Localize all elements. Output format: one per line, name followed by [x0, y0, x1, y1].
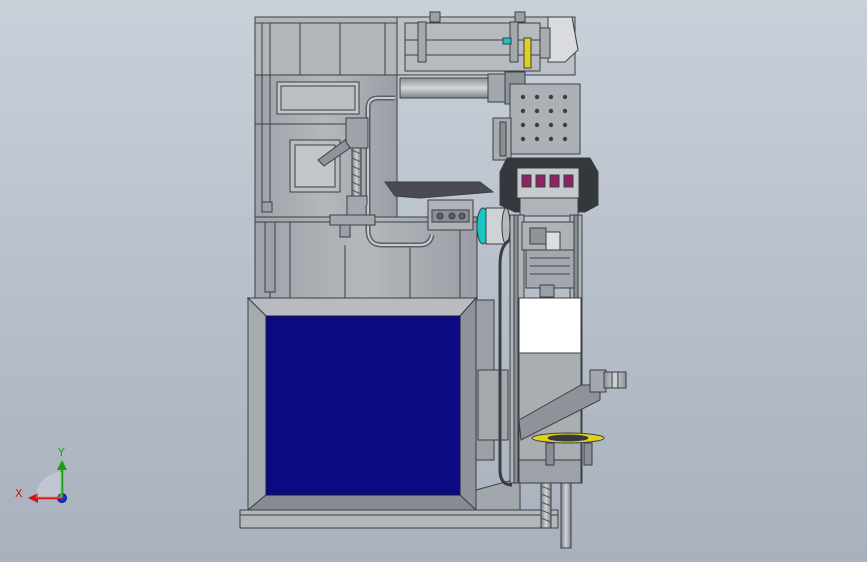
y-axis-label: Y [57, 446, 65, 459]
print-head-column [492, 83, 601, 484]
base-plate [239, 509, 559, 529]
lower-cabinet [246, 296, 478, 512]
top-right-housing [396, 11, 579, 76]
cyan-disc [476, 207, 511, 245]
x-axis-label: X [15, 487, 23, 500]
white-panel [518, 297, 582, 354]
horizontal-cylinder [399, 71, 526, 105]
blue-panel [265, 315, 461, 496]
bolt [261, 201, 273, 213]
cad-viewport[interactable]: Y X [0, 0, 867, 562]
yellow-rod [523, 37, 532, 69]
axis-triad: Y X [15, 446, 67, 503]
side-knob [589, 369, 627, 393]
cad-drawing[interactable]: Y X [0, 0, 867, 562]
cyan-fitting [502, 37, 512, 45]
dot-grid-block [509, 83, 581, 155]
